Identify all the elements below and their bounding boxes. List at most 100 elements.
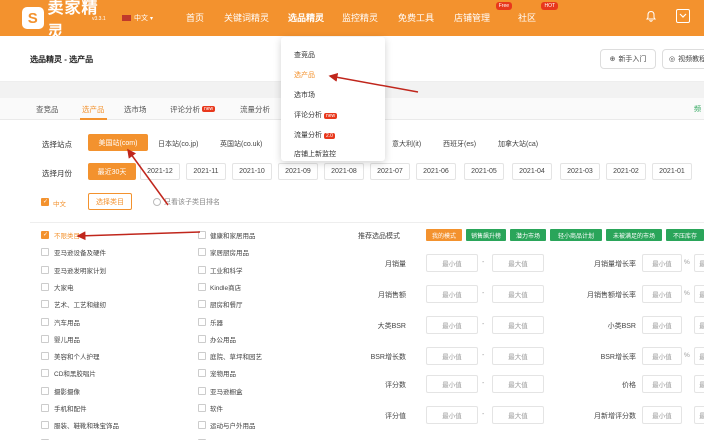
nav-community[interactable]: 社区 HOT bbox=[518, 2, 559, 24]
tab-products[interactable]: 选产品 bbox=[80, 104, 106, 120]
max-input[interactable]: 最大值 bbox=[694, 406, 704, 424]
site-us[interactable]: 美国站(com) bbox=[88, 134, 148, 151]
min-input[interactable]: 最小值 bbox=[642, 316, 682, 334]
min-input[interactable]: 最小值 bbox=[642, 406, 682, 424]
tab-review-analysis[interactable]: 评论分析 new bbox=[170, 104, 216, 115]
max-input[interactable]: 最大值 bbox=[492, 254, 544, 272]
category-checkbox[interactable] bbox=[198, 386, 206, 395]
category-checkbox[interactable] bbox=[198, 317, 206, 326]
month-2021-01[interactable]: 2021-01 bbox=[652, 163, 692, 180]
max-input[interactable]: 最大值 bbox=[492, 316, 544, 334]
max-input[interactable]: 最大值 bbox=[694, 347, 704, 365]
dropdown-competitor[interactable]: 查竞品 bbox=[294, 50, 315, 60]
min-input[interactable]: 最小值 bbox=[642, 347, 682, 365]
min-input[interactable]: 最小值 bbox=[642, 285, 682, 303]
category-checkbox[interactable] bbox=[41, 352, 49, 361]
category-checkbox[interactable] bbox=[198, 334, 206, 343]
month-2021-10[interactable]: 2021-10 bbox=[232, 163, 272, 180]
mode-unmet[interactable]: 未被满足的市场 bbox=[606, 229, 662, 241]
category-checkbox[interactable] bbox=[198, 369, 206, 378]
site-es[interactable]: 西班牙(es) bbox=[443, 139, 476, 149]
select-category-button[interactable]: 选择类目 bbox=[88, 193, 132, 210]
max-input[interactable]: 最大值 bbox=[694, 375, 704, 393]
tab-right-fragment[interactable]: 频 bbox=[694, 104, 701, 114]
category-checkbox[interactable] bbox=[41, 300, 49, 309]
category-checkbox[interactable] bbox=[198, 300, 206, 309]
month-2021-03[interactable]: 2021-03 bbox=[560, 163, 600, 180]
max-input[interactable]: 最大值 bbox=[694, 316, 704, 334]
category-checkbox[interactable] bbox=[41, 369, 49, 378]
tab-competitor[interactable]: 查竞品 bbox=[36, 104, 59, 115]
category-checkbox[interactable] bbox=[198, 265, 206, 274]
min-input[interactable]: 最小值 bbox=[426, 316, 478, 334]
mode-surge[interactable]: 销售飙升榜 bbox=[466, 229, 506, 241]
month-2021-04[interactable]: 2021-04 bbox=[512, 163, 552, 180]
month-2021-11[interactable]: 2021-11 bbox=[186, 163, 226, 180]
nav-free-tools[interactable]: 免费工具 bbox=[398, 11, 434, 24]
min-input[interactable]: 最小值 bbox=[426, 347, 478, 365]
mode-potential[interactable]: 潜力市场 bbox=[510, 229, 546, 241]
category-checkbox[interactable] bbox=[198, 282, 206, 291]
nav-product-selection[interactable]: 选品精灵 bbox=[288, 11, 324, 24]
user-menu-icon[interactable] bbox=[676, 9, 690, 23]
max-input[interactable]: 最大值 bbox=[694, 285, 704, 303]
mode-no-stock[interactable]: 不压库存 bbox=[666, 229, 704, 241]
month-2021-06[interactable]: 2021-06 bbox=[416, 163, 456, 180]
month-last30[interactable]: 最近30天 bbox=[88, 163, 136, 180]
guide-button[interactable]: ⊕ 新手入门 bbox=[600, 49, 656, 69]
mode-light-small[interactable]: 轻小商品计划 bbox=[550, 229, 602, 241]
category-checkbox[interactable] bbox=[41, 421, 49, 430]
nav-store-management[interactable]: 店铺管理 Free bbox=[454, 2, 513, 24]
max-input[interactable]: 最大值 bbox=[492, 285, 544, 303]
category-checkbox[interactable] bbox=[41, 248, 49, 257]
category-checkbox[interactable] bbox=[198, 404, 206, 412]
mode-mine[interactable]: 我的模式 bbox=[426, 229, 462, 241]
min-input[interactable]: 最小值 bbox=[426, 285, 478, 303]
category-checkbox[interactable] bbox=[41, 231, 49, 239]
min-input[interactable]: 最小值 bbox=[642, 254, 682, 272]
dropdown-review[interactable]: 评论分析 new bbox=[294, 110, 338, 120]
nav-home[interactable]: 首页 bbox=[186, 11, 204, 24]
category-checkbox[interactable] bbox=[41, 404, 49, 412]
max-input[interactable]: 最大值 bbox=[492, 347, 544, 365]
tab-traffic-analysis[interactable]: 流量分析 bbox=[240, 104, 270, 115]
min-input[interactable]: 最小值 bbox=[426, 406, 478, 424]
category-checkbox[interactable] bbox=[198, 231, 206, 239]
dropdown-store-monitor[interactable]: 店铺上新监控 bbox=[294, 149, 336, 159]
max-input[interactable]: 最大值 bbox=[492, 375, 544, 393]
min-input[interactable]: 最小值 bbox=[426, 375, 478, 393]
max-input[interactable]: 最大值 bbox=[492, 406, 544, 424]
category-checkbox[interactable] bbox=[41, 317, 49, 326]
max-input[interactable]: 最大值 bbox=[694, 254, 704, 272]
nav-keyword[interactable]: 关键词精灵 bbox=[224, 11, 269, 24]
category-checkbox[interactable] bbox=[198, 421, 206, 430]
category-checkbox[interactable] bbox=[198, 248, 206, 257]
category-checkbox[interactable] bbox=[41, 282, 49, 291]
min-input[interactable]: 最小值 bbox=[426, 254, 478, 272]
bell-icon[interactable] bbox=[644, 9, 658, 23]
category-checkbox[interactable] bbox=[198, 352, 206, 361]
chinese-checkbox[interactable] bbox=[41, 198, 49, 206]
dropdown-traffic[interactable]: 流量分析 2.0 bbox=[294, 130, 335, 140]
min-input[interactable]: 最小值 bbox=[642, 375, 682, 393]
site-it[interactable]: 意大利(it) bbox=[392, 139, 421, 149]
site-ca[interactable]: 加拿大站(ca) bbox=[498, 139, 538, 149]
category-checkbox[interactable] bbox=[41, 265, 49, 274]
month-2021-09[interactable]: 2021-09 bbox=[278, 163, 318, 180]
category-checkbox[interactable] bbox=[41, 386, 49, 395]
tab-market[interactable]: 选市场 bbox=[124, 104, 147, 115]
site-uk[interactable]: 英国站(co.uk) bbox=[220, 139, 262, 149]
month-2021-02[interactable]: 2021-02 bbox=[606, 163, 646, 180]
dropdown-products[interactable]: 选产品 bbox=[294, 70, 315, 80]
month-2021-05[interactable]: 2021-05 bbox=[464, 163, 504, 180]
month-2021-08[interactable]: 2021-08 bbox=[324, 163, 364, 180]
nav-monitor[interactable]: 监控精灵 bbox=[342, 11, 378, 24]
site-jp[interactable]: 日本站(co.jp) bbox=[158, 139, 198, 149]
subcategory-rank-toggle[interactable]: 只看该子类目排名 bbox=[153, 197, 220, 207]
dropdown-market[interactable]: 选市场 bbox=[294, 90, 315, 100]
month-2021-12[interactable]: 2021-12 bbox=[140, 163, 180, 180]
category-checkbox[interactable] bbox=[41, 334, 49, 343]
month-2021-07[interactable]: 2021-07 bbox=[370, 163, 410, 180]
video-button[interactable]: ◎ 视频教程 bbox=[662, 49, 704, 69]
language-selector[interactable]: 中文 ▾ bbox=[122, 13, 182, 23]
